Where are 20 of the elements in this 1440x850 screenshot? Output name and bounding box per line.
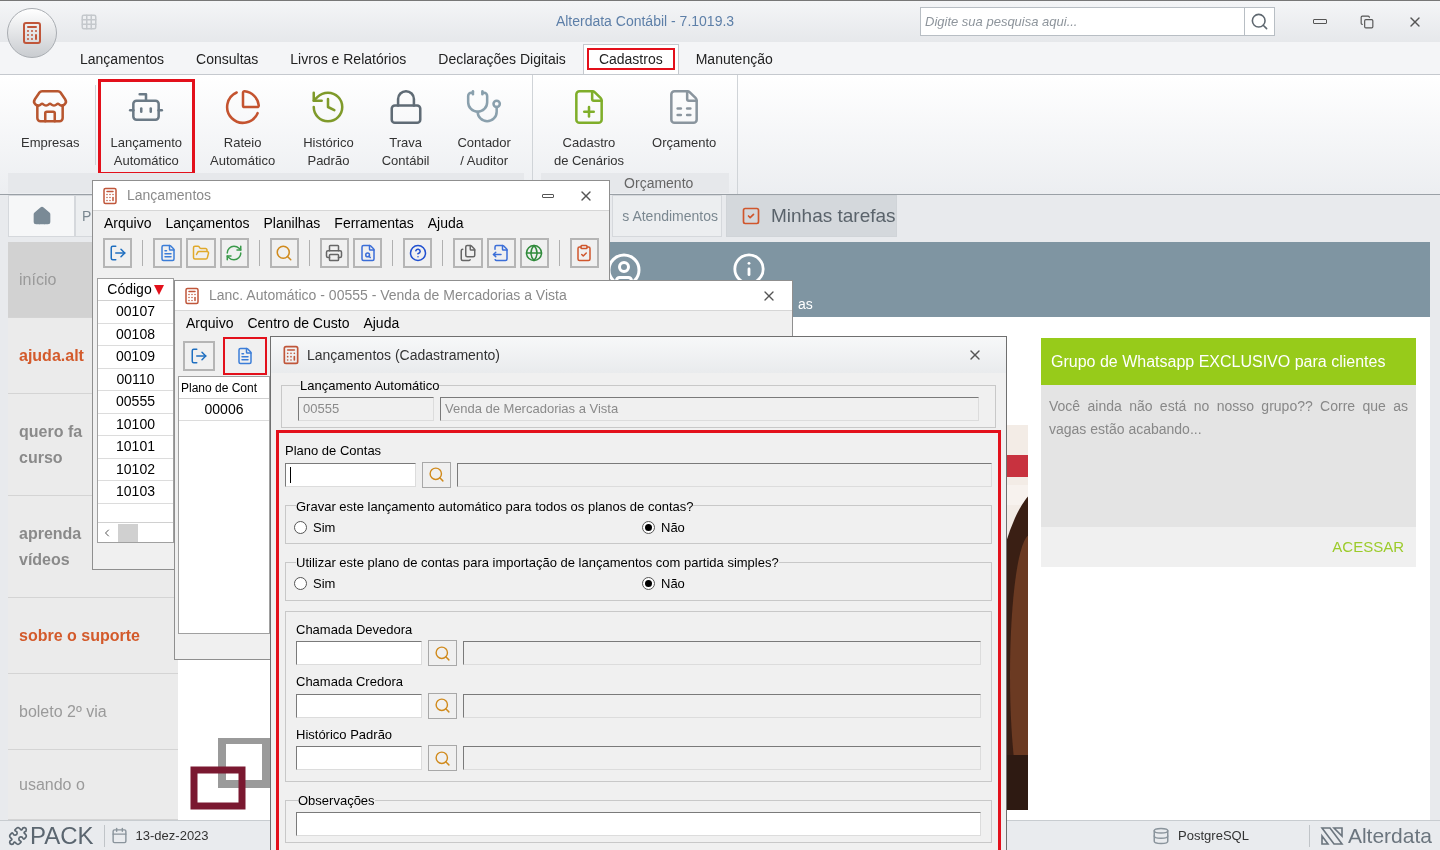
window-title: Lançamentos xyxy=(127,186,212,205)
dialog-title: Lançamentos (Cadastramento) xyxy=(307,345,500,365)
status-date: 13-dez-2023 xyxy=(135,826,209,845)
group-label: Gravar este lançamento automático para todos os planos de contas? xyxy=(296,498,694,514)
window-title: Lanc. Automático - 00555 - Venda de Mercadorias a Vista xyxy=(209,286,567,305)
field-label: Chamada Credora xyxy=(296,673,404,691)
app-title: Alterdata Contábil - 7.1019.3 xyxy=(555,12,735,31)
group-label: Observações xyxy=(298,793,375,808)
brand-name: Alterdata xyxy=(1347,825,1432,846)
group-label: Lançamento Automático xyxy=(300,378,440,393)
group-label: Utilizar este plano de contas para importação de lançamentos com partida simples? xyxy=(296,555,779,570)
banner-caption: as xyxy=(798,295,813,314)
field-label: Plano de Contas xyxy=(285,442,383,460)
database-name: PostgreSQL xyxy=(1178,826,1249,845)
card-text: Você ainda não está no nosso grupo?? Corre que as vagas estão acabando... xyxy=(1049,397,1408,439)
field-label: Chamada Devedora xyxy=(296,620,414,639)
product-name: PACK xyxy=(30,823,94,848)
card-title: Grupo de Whatsapp EXCLUSIVO para clientes xyxy=(1051,351,1386,372)
field-label: Histórico Padrão xyxy=(296,725,394,744)
group-label: Orçamento xyxy=(624,173,694,193)
